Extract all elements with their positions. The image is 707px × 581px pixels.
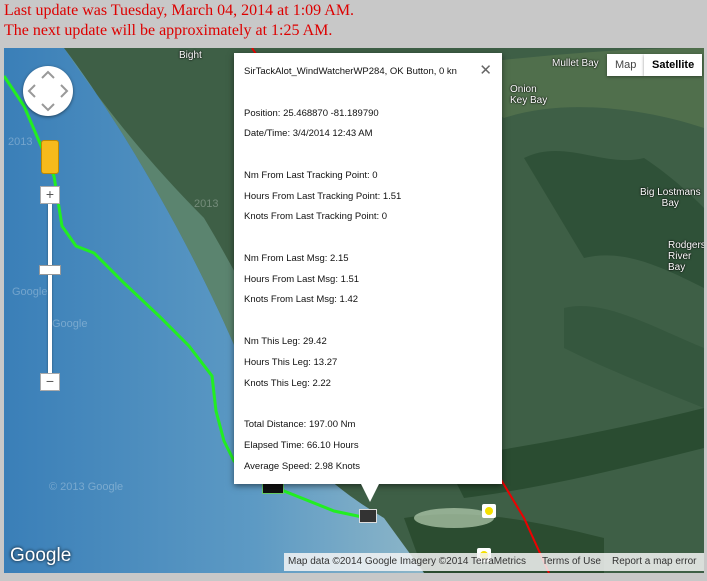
knots-this-leg-text: Knots This Leg: 2.22 bbox=[244, 378, 331, 389]
info-window: SirTackAlot_WindWatcherWP284, OK Button,… bbox=[234, 53, 502, 484]
total-distance-text: Total Distance: 197.00 Nm bbox=[244, 419, 356, 430]
hours-last-msg-text: Hours From Last Msg: 1.51 bbox=[244, 274, 360, 285]
next-update-text: The next update will be approximately at… bbox=[4, 22, 333, 39]
zoom-slider-track[interactable] bbox=[48, 204, 52, 374]
place-label-mullet-bay: Mullet Bay bbox=[552, 58, 599, 69]
watermark: 2013 bbox=[8, 136, 33, 148]
google-logo[interactable]: Google bbox=[10, 545, 71, 567]
knots-last-tracking-text: Knots From Last Tracking Point: 0 bbox=[244, 211, 388, 222]
hours-last-tracking-text: Hours From Last Tracking Point: 1.51 bbox=[244, 191, 402, 202]
place-label-bight: Bight bbox=[179, 50, 202, 61]
elapsed-time-text: Elapsed Time: 66.10 Hours bbox=[244, 440, 359, 451]
last-update-text: Last update was Tuesday, March 04, 2014 … bbox=[4, 2, 355, 19]
map-type-map-button[interactable]: Map bbox=[607, 54, 645, 76]
place-label-onion-key-bay: Onion Key Bay bbox=[510, 84, 548, 106]
current-position-marker[interactable] bbox=[359, 509, 377, 523]
place-label-rodgers-river-bay: Rodgers River Bay bbox=[668, 240, 704, 273]
watermark: © 2013 Google bbox=[49, 481, 124, 493]
datetime-text: Date/Time: 3/4/2014 12:43 AM bbox=[244, 128, 373, 139]
watermark: Google bbox=[12, 286, 48, 298]
nm-this-leg-text: Nm This Leg: 29.42 bbox=[244, 336, 327, 347]
zoom-slider-thumb[interactable] bbox=[39, 265, 61, 275]
place-label-big-lostmans-bay: Big Lostmans Bay bbox=[640, 187, 701, 209]
zoom-in-button[interactable]: + bbox=[40, 186, 60, 204]
report-map-error-link[interactable]: Report a map error bbox=[608, 553, 704, 571]
hours-this-leg-text: Hours This Leg: 13.27 bbox=[244, 357, 338, 368]
nm-last-tracking-text: Nm From Last Tracking Point: 0 bbox=[244, 170, 378, 181]
watermark: 2013 bbox=[194, 198, 219, 210]
position-text: Position: 25.468870 -81.189790 bbox=[244, 108, 379, 119]
map-data-attribution: Map data ©2014 Google Imagery ©2014 Terr… bbox=[284, 553, 538, 571]
map-canvas[interactable]: 2013 Google Google © 2013 Google 2013 Bi… bbox=[4, 48, 704, 573]
waypoint-sun-icon[interactable] bbox=[482, 504, 496, 518]
knots-last-msg-text: Knots From Last Msg: 1.42 bbox=[244, 294, 359, 305]
map-type-satellite-button[interactable]: Satellite bbox=[644, 54, 703, 76]
pan-arrows-icon bbox=[27, 70, 69, 112]
average-speed-text: Average Speed: 2.98 Knots bbox=[244, 461, 361, 472]
info-window-pointer bbox=[361, 484, 379, 502]
terms-of-use-link[interactable]: Terms of Use bbox=[538, 553, 608, 571]
zoom-out-button[interactable]: − bbox=[40, 373, 60, 391]
watermark: Google bbox=[52, 318, 88, 330]
pan-control[interactable] bbox=[23, 66, 73, 116]
info-window-title: SirTackAlot_WindWatcherWP284, OK Button,… bbox=[244, 66, 457, 77]
close-icon[interactable]: ✕ bbox=[479, 61, 492, 79]
pegman-icon[interactable] bbox=[41, 140, 59, 174]
nm-last-msg-text: Nm From Last Msg: 2.15 bbox=[244, 253, 349, 264]
